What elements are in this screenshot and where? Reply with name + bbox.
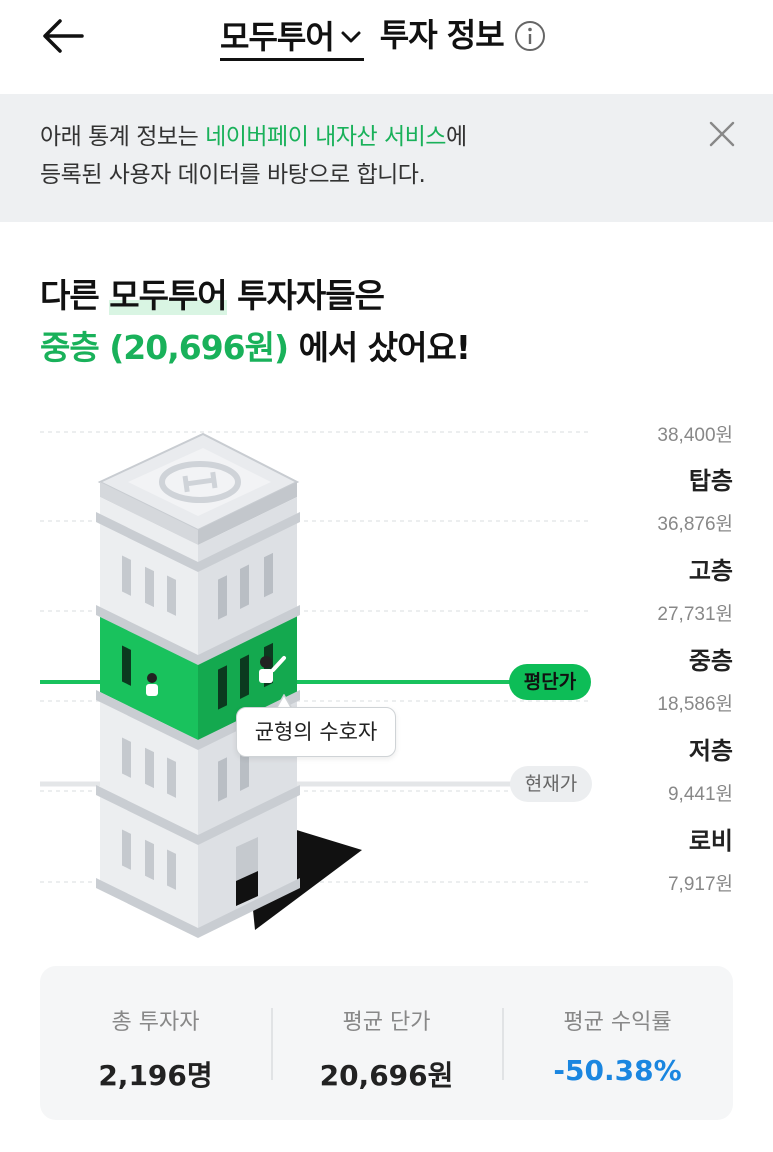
headline: 다른 모두투어 투자자들은 중층 (20,696원) 에서 샀어요! bbox=[40, 276, 471, 367]
floor-label: 저층 bbox=[688, 737, 733, 765]
price-label: 36,876원 bbox=[657, 514, 733, 535]
building-chart bbox=[40, 431, 592, 938]
notice-text: 아래 통계 정보는 네이버페이 내자산 서비스에 등록된 사용자 데이터를 바탕… bbox=[40, 124, 467, 188]
investor-type-bubble: 균형의 수호자 bbox=[236, 707, 396, 757]
building bbox=[96, 432, 300, 938]
stat-value: 20,696원 bbox=[319, 1059, 454, 1092]
price-label: 7,917원 bbox=[667, 874, 733, 895]
chevron-down-icon bbox=[341, 31, 361, 43]
stat-avg-return: 평균 수익률 -50.38% bbox=[502, 966, 733, 1120]
stat-avg-price: 평균 단가 20,696원 bbox=[271, 966, 502, 1120]
floor-label: 로비 bbox=[688, 827, 733, 855]
notice-highlight: 네이버페이 내자산 서비스 bbox=[205, 124, 446, 150]
data-source-notice: 아래 통계 정보는 네이버페이 내자산 서비스에 등록된 사용자 데이터를 바탕… bbox=[0, 94, 773, 222]
price-label: 9,441원 bbox=[667, 784, 733, 805]
headline-stock: 모두투어 bbox=[109, 276, 228, 315]
stats-card: 총 투자자 2,196명 평균 단가 20,696원 평균 수익률 -50.38… bbox=[40, 966, 733, 1120]
floor-label: 중층 bbox=[688, 647, 733, 675]
headline-floor: 중층 (20,696원) bbox=[40, 328, 289, 367]
floor-label: 탑층 bbox=[688, 467, 733, 495]
price-label: 38,400원 bbox=[657, 425, 733, 446]
stat-value: 2,196명 bbox=[98, 1059, 213, 1092]
avg-price-pill: 평단가 bbox=[509, 664, 591, 700]
back-arrow-icon[interactable] bbox=[40, 14, 90, 58]
price-label: 27,731원 bbox=[657, 604, 733, 625]
stat-label: 총 투자자 bbox=[111, 1010, 200, 1035]
stat-label: 평균 수익률 bbox=[563, 1010, 672, 1035]
stat-investors: 총 투자자 2,196명 bbox=[40, 966, 271, 1120]
stat-value: -50.38% bbox=[553, 1054, 682, 1087]
floor-label: 고층 bbox=[688, 557, 733, 585]
close-icon[interactable] bbox=[706, 118, 738, 150]
page-title: 모두투어 투자 정보 bbox=[220, 12, 546, 64]
price-label: 18,586원 bbox=[657, 694, 733, 715]
stat-label: 평균 단가 bbox=[342, 1010, 431, 1035]
stock-name: 모두투어 bbox=[220, 18, 335, 56]
current-price-pill: 현재가 bbox=[510, 766, 592, 802]
info-icon[interactable] bbox=[514, 20, 546, 52]
top-bar: 모두투어 투자 정보 bbox=[0, 0, 773, 94]
stock-selector[interactable]: 모두투어 bbox=[220, 12, 364, 61]
title-text: 투자 정보 bbox=[379, 16, 505, 54]
